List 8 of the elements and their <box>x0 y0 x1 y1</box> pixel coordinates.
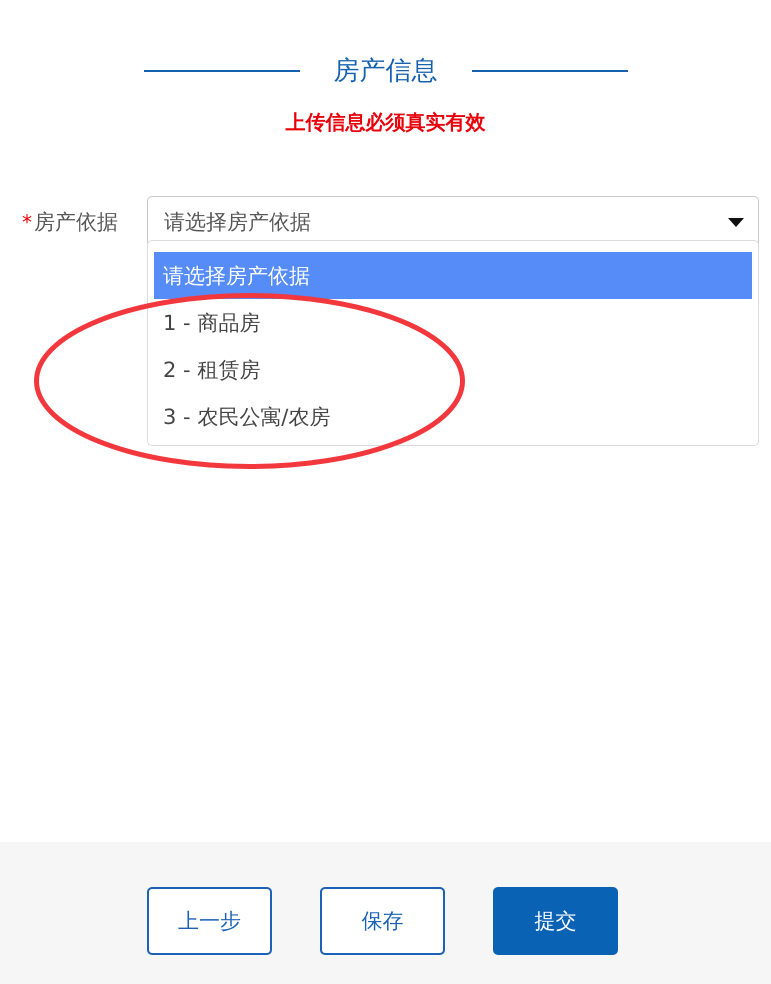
field-label: 房产依据 <box>34 209 118 236</box>
caret-icon <box>728 218 744 226</box>
notice-text: 上传信息必须真实有效 <box>284 109 486 136</box>
required-mark: * <box>22 211 32 233</box>
section-title: 房产信息 <box>334 55 438 88</box>
step-button[interactable]: 上一步 <box>147 887 272 955</box>
submit-button[interactable]: 提交 <box>493 887 618 955</box>
step-button[interactable]: 保存 <box>320 887 445 955</box>
